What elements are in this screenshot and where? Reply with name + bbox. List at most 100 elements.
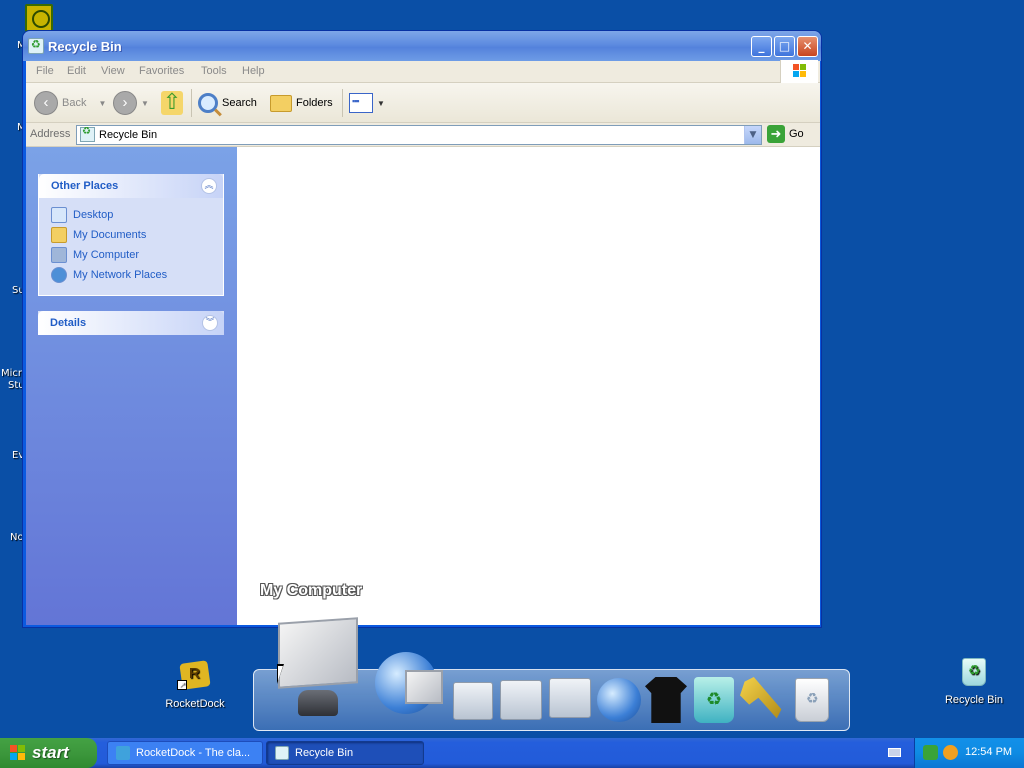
taskbar: start RocketDock - The cla... Recycle Bi…: [0, 738, 1024, 768]
keyboard-icon[interactable]: [888, 748, 901, 757]
views-icon: [349, 93, 373, 113]
mouse-cursor-icon: [277, 664, 284, 684]
up-folder-icon: ⇧: [161, 89, 183, 115]
folder-icon: [270, 94, 292, 112]
task-pane: Other Places ︽ Desktop My Documents My C…: [26, 147, 237, 625]
menu-view[interactable]: View: [101, 65, 125, 77]
recycle-icon: ♻: [806, 691, 819, 707]
system-tray: 12:54 PM: [914, 738, 1024, 768]
windows-logo-icon: [780, 60, 818, 83]
explorer-window: Recycle Bin _ □ ✕ File Edit View Favorit…: [22, 30, 822, 628]
monitor-icon: [405, 670, 443, 704]
search-button[interactable]: Search: [198, 83, 257, 123]
chevron-down-icon[interactable]: ▼: [141, 99, 149, 108]
address-label: Address: [30, 128, 71, 140]
back-button[interactable]: ‹ Back ▼: [34, 83, 106, 123]
other-places-panel: Other Places ︽ Desktop My Documents My C…: [38, 174, 224, 296]
go-label: Go: [789, 128, 804, 140]
desktop-icon-label: RocketDock: [165, 698, 225, 710]
details-header[interactable]: Details ︾: [38, 311, 224, 335]
go-button[interactable]: ➜ Go: [767, 125, 804, 143]
dock-item-web-globe[interactable]: [597, 678, 641, 722]
toolbar-separator: [191, 89, 192, 117]
dock-item-recycle-bin-green[interactable]: ♻: [694, 677, 734, 723]
up-folder-button[interactable]: ⇧: [161, 83, 183, 123]
close-button[interactable]: ✕: [797, 36, 818, 57]
forward-button[interactable]: › ▼: [113, 83, 149, 123]
windows-logo-icon: [10, 744, 27, 762]
menu-tools[interactable]: Tools: [201, 65, 227, 77]
back-label: Back: [62, 97, 87, 109]
details-panel: Details ︾: [38, 311, 224, 335]
minimize-button[interactable]: _: [751, 36, 772, 57]
browser-icon: [116, 746, 130, 760]
other-places-header[interactable]: Other Places ︽: [39, 174, 223, 198]
dock-item-trash-bin[interactable]: ♻: [795, 678, 829, 722]
title-bar[interactable]: Recycle Bin _ □ ✕: [23, 31, 821, 61]
desktop-icon-label: Recycle Bin: [944, 694, 1004, 706]
details-title: Details: [50, 317, 87, 329]
forward-arrow-icon: ›: [113, 91, 137, 115]
network-globe-icon: [51, 267, 67, 283]
folders-button[interactable]: Folders: [270, 83, 333, 123]
clock[interactable]: 12:54 PM: [965, 746, 1012, 758]
desktop-icon-rocketdock[interactable]: R ↗ RocketDock: [155, 660, 235, 710]
recycle-bin-icon: [28, 38, 44, 54]
dock-item-my-computer[interactable]: [276, 617, 362, 720]
rocketdock-icon: R ↗: [177, 660, 211, 692]
monitor-icon: [278, 617, 358, 689]
dock-tooltip: My Computer: [260, 582, 363, 599]
recycle-bin-icon: ♻: [958, 656, 990, 688]
address-value: Recycle Bin: [99, 129, 158, 141]
taskbar-item-rocketdock[interactable]: RocketDock - The cla...: [107, 741, 263, 765]
toolbar: ‹ Back ▼ › ▼ ⇧ Search Folders ▼: [26, 83, 820, 123]
menu-favorites[interactable]: Favorites: [139, 65, 184, 77]
search-label: Search: [222, 97, 257, 109]
dock-item-pictures[interactable]: [500, 680, 542, 720]
desktop-icon-recycle-bin[interactable]: ♻ Recycle Bin: [934, 656, 1014, 706]
chevron-down-icon[interactable]: ▼: [98, 99, 106, 108]
chevron-down-icon: ▼: [377, 98, 385, 108]
search-icon: [198, 93, 218, 113]
place-desktop[interactable]: Desktop: [39, 205, 223, 225]
place-label: My Computer: [73, 249, 140, 261]
my-documents-icon: [51, 227, 67, 243]
views-button[interactable]: ▼: [349, 83, 385, 123]
place-my-network-places[interactable]: My Network Places: [39, 265, 223, 285]
my-computer-icon: [51, 247, 67, 263]
taskbar-item-recycle-bin[interactable]: Recycle Bin: [266, 741, 424, 765]
desktop-icon: [51, 207, 67, 223]
address-bar: Address Recycle Bin ▼ ➜ Go: [26, 123, 820, 147]
place-label: My Network Places: [73, 269, 168, 281]
network-tray-icon[interactable]: [923, 745, 938, 760]
file-list-area[interactable]: [237, 147, 820, 625]
menu-edit[interactable]: Edit: [67, 65, 86, 77]
place-label: My Documents: [73, 229, 147, 241]
address-dropdown-button[interactable]: ▼: [744, 126, 761, 144]
folders-label: Folders: [296, 97, 333, 109]
recycle-bin-icon: [275, 746, 289, 760]
place-my-documents[interactable]: My Documents: [39, 225, 223, 245]
search-tray-icon[interactable]: [943, 745, 958, 760]
recycle-bin-icon: [80, 126, 95, 142]
place-label: Desktop: [73, 209, 114, 221]
dock-item-internet-explorer[interactable]: [375, 652, 443, 714]
expand-chevron-icon[interactable]: ︾: [202, 315, 218, 331]
taskbar-item-label: RocketDock - The cla...: [136, 747, 251, 759]
start-button[interactable]: start: [0, 738, 97, 768]
menu-bar: File Edit View Favorites Tools Help: [26, 60, 820, 83]
dock-item-network[interactable]: [549, 678, 591, 718]
place-my-computer[interactable]: My Computer: [39, 245, 223, 265]
menu-help[interactable]: Help: [242, 65, 265, 77]
toolbar-separator: [342, 89, 343, 117]
desktop-program-icon[interactable]: [25, 4, 53, 32]
address-input[interactable]: Recycle Bin ▼: [76, 125, 762, 145]
back-arrow-icon: ‹: [34, 91, 58, 115]
recycle-icon: ♻: [706, 689, 723, 710]
menu-file[interactable]: File: [36, 65, 54, 77]
go-arrow-icon: ➜: [767, 125, 785, 143]
collapse-chevron-icon[interactable]: ︽: [201, 178, 217, 194]
window-title: Recycle Bin: [48, 39, 122, 54]
dock-item-documents[interactable]: [453, 682, 493, 720]
maximize-button[interactable]: □: [774, 36, 795, 57]
